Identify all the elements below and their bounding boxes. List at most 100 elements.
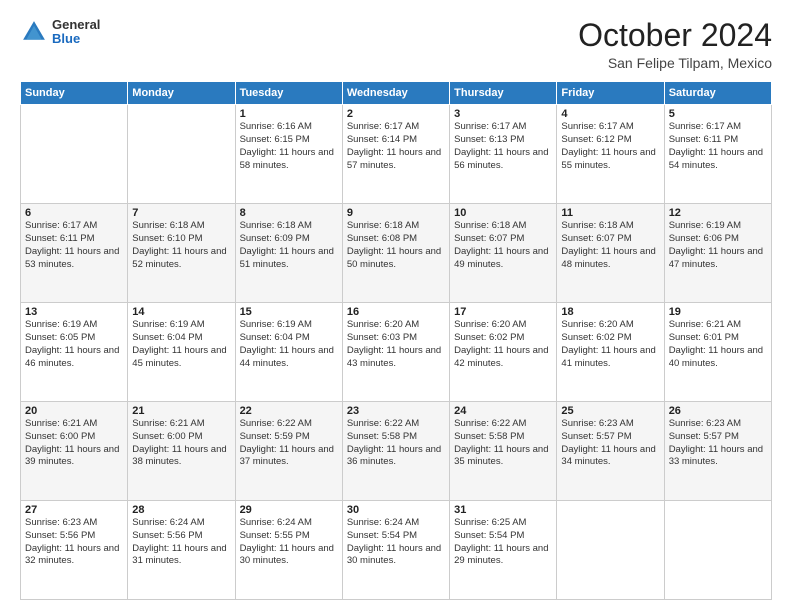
day-info: Sunrise: 6:21 AM Sunset: 6:00 PM Dayligh… <box>132 418 230 469</box>
day-info: Sunrise: 6:18 AM Sunset: 6:07 PM Dayligh… <box>454 220 552 271</box>
calendar-cell: 18Sunrise: 6:20 AM Sunset: 6:02 PM Dayli… <box>557 303 664 402</box>
day-info: Sunrise: 6:17 AM Sunset: 6:11 PM Dayligh… <box>25 220 123 271</box>
calendar-cell: 11Sunrise: 6:18 AM Sunset: 6:07 PM Dayli… <box>557 204 664 303</box>
day-number: 25 <box>561 405 659 417</box>
day-number: 7 <box>132 207 230 219</box>
col-header-sunday: Sunday <box>21 82 128 105</box>
day-info: Sunrise: 6:19 AM Sunset: 6:05 PM Dayligh… <box>25 319 123 370</box>
day-number: 18 <box>561 306 659 318</box>
day-number: 6 <box>25 207 123 219</box>
col-header-saturday: Saturday <box>664 82 771 105</box>
day-info: Sunrise: 6:23 AM Sunset: 5:57 PM Dayligh… <box>669 418 767 469</box>
day-number: 4 <box>561 108 659 120</box>
day-info: Sunrise: 6:18 AM Sunset: 6:07 PM Dayligh… <box>561 220 659 271</box>
calendar-cell: 25Sunrise: 6:23 AM Sunset: 5:57 PM Dayli… <box>557 402 664 501</box>
calendar-cell <box>557 501 664 600</box>
col-header-tuesday: Tuesday <box>235 82 342 105</box>
calendar-cell: 21Sunrise: 6:21 AM Sunset: 6:00 PM Dayli… <box>128 402 235 501</box>
calendar-cell: 20Sunrise: 6:21 AM Sunset: 6:00 PM Dayli… <box>21 402 128 501</box>
calendar-row-4: 27Sunrise: 6:23 AM Sunset: 5:56 PM Dayli… <box>21 501 772 600</box>
day-info: Sunrise: 6:17 AM Sunset: 6:14 PM Dayligh… <box>347 121 445 172</box>
page: General Blue October 2024 San Felipe Til… <box>0 0 792 612</box>
title-block: October 2024 San Felipe Tilpam, Mexico <box>578 18 772 71</box>
day-number: 20 <box>25 405 123 417</box>
logo-blue: Blue <box>52 32 100 46</box>
day-info: Sunrise: 6:18 AM Sunset: 6:08 PM Dayligh… <box>347 220 445 271</box>
day-number: 17 <box>454 306 552 318</box>
day-info: Sunrise: 6:24 AM Sunset: 5:55 PM Dayligh… <box>240 517 338 568</box>
calendar-cell: 5Sunrise: 6:17 AM Sunset: 6:11 PM Daylig… <box>664 105 771 204</box>
day-number: 16 <box>347 306 445 318</box>
calendar-cell <box>128 105 235 204</box>
col-header-friday: Friday <box>557 82 664 105</box>
calendar-cell: 30Sunrise: 6:24 AM Sunset: 5:54 PM Dayli… <box>342 501 449 600</box>
day-info: Sunrise: 6:16 AM Sunset: 6:15 PM Dayligh… <box>240 121 338 172</box>
calendar-row-2: 13Sunrise: 6:19 AM Sunset: 6:05 PM Dayli… <box>21 303 772 402</box>
day-info: Sunrise: 6:21 AM Sunset: 6:00 PM Dayligh… <box>25 418 123 469</box>
calendar-cell: 29Sunrise: 6:24 AM Sunset: 5:55 PM Dayli… <box>235 501 342 600</box>
calendar-cell: 8Sunrise: 6:18 AM Sunset: 6:09 PM Daylig… <box>235 204 342 303</box>
calendar-cell: 14Sunrise: 6:19 AM Sunset: 6:04 PM Dayli… <box>128 303 235 402</box>
calendar-row-3: 20Sunrise: 6:21 AM Sunset: 6:00 PM Dayli… <box>21 402 772 501</box>
day-number: 23 <box>347 405 445 417</box>
day-info: Sunrise: 6:19 AM Sunset: 6:06 PM Dayligh… <box>669 220 767 271</box>
day-info: Sunrise: 6:25 AM Sunset: 5:54 PM Dayligh… <box>454 517 552 568</box>
calendar-cell: 26Sunrise: 6:23 AM Sunset: 5:57 PM Dayli… <box>664 402 771 501</box>
day-number: 2 <box>347 108 445 120</box>
day-number: 22 <box>240 405 338 417</box>
calendar-cell: 31Sunrise: 6:25 AM Sunset: 5:54 PM Dayli… <box>450 501 557 600</box>
calendar-table: SundayMondayTuesdayWednesdayThursdayFrid… <box>20 81 772 600</box>
logo-text: General Blue <box>52 18 100 47</box>
day-info: Sunrise: 6:17 AM Sunset: 6:12 PM Dayligh… <box>561 121 659 172</box>
logo: General Blue <box>20 18 100 47</box>
day-number: 15 <box>240 306 338 318</box>
day-info: Sunrise: 6:23 AM Sunset: 5:56 PM Dayligh… <box>25 517 123 568</box>
calendar-cell: 7Sunrise: 6:18 AM Sunset: 6:10 PM Daylig… <box>128 204 235 303</box>
day-number: 31 <box>454 504 552 516</box>
day-info: Sunrise: 6:18 AM Sunset: 6:09 PM Dayligh… <box>240 220 338 271</box>
day-info: Sunrise: 6:19 AM Sunset: 6:04 PM Dayligh… <box>240 319 338 370</box>
calendar-cell: 4Sunrise: 6:17 AM Sunset: 6:12 PM Daylig… <box>557 105 664 204</box>
col-header-thursday: Thursday <box>450 82 557 105</box>
day-number: 13 <box>25 306 123 318</box>
calendar-cell: 28Sunrise: 6:24 AM Sunset: 5:56 PM Dayli… <box>128 501 235 600</box>
calendar-cell: 24Sunrise: 6:22 AM Sunset: 5:58 PM Dayli… <box>450 402 557 501</box>
day-number: 11 <box>561 207 659 219</box>
day-number: 19 <box>669 306 767 318</box>
calendar-header-row: SundayMondayTuesdayWednesdayThursdayFrid… <box>21 82 772 105</box>
day-info: Sunrise: 6:22 AM Sunset: 5:58 PM Dayligh… <box>347 418 445 469</box>
calendar-cell: 13Sunrise: 6:19 AM Sunset: 6:05 PM Dayli… <box>21 303 128 402</box>
day-info: Sunrise: 6:22 AM Sunset: 5:58 PM Dayligh… <box>454 418 552 469</box>
calendar-cell: 6Sunrise: 6:17 AM Sunset: 6:11 PM Daylig… <box>21 204 128 303</box>
calendar-row-1: 6Sunrise: 6:17 AM Sunset: 6:11 PM Daylig… <box>21 204 772 303</box>
day-number: 14 <box>132 306 230 318</box>
calendar-cell <box>664 501 771 600</box>
calendar-cell: 3Sunrise: 6:17 AM Sunset: 6:13 PM Daylig… <box>450 105 557 204</box>
day-number: 21 <box>132 405 230 417</box>
calendar-cell: 17Sunrise: 6:20 AM Sunset: 6:02 PM Dayli… <box>450 303 557 402</box>
day-info: Sunrise: 6:23 AM Sunset: 5:57 PM Dayligh… <box>561 418 659 469</box>
calendar-row-0: 1Sunrise: 6:16 AM Sunset: 6:15 PM Daylig… <box>21 105 772 204</box>
calendar-cell: 15Sunrise: 6:19 AM Sunset: 6:04 PM Dayli… <box>235 303 342 402</box>
logo-general: General <box>52 18 100 32</box>
logo-icon <box>20 18 48 46</box>
header: General Blue October 2024 San Felipe Til… <box>20 18 772 71</box>
calendar-cell: 10Sunrise: 6:18 AM Sunset: 6:07 PM Dayli… <box>450 204 557 303</box>
day-info: Sunrise: 6:24 AM Sunset: 5:56 PM Dayligh… <box>132 517 230 568</box>
day-number: 27 <box>25 504 123 516</box>
col-header-monday: Monday <box>128 82 235 105</box>
day-number: 28 <box>132 504 230 516</box>
calendar-cell: 27Sunrise: 6:23 AM Sunset: 5:56 PM Dayli… <box>21 501 128 600</box>
calendar-cell <box>21 105 128 204</box>
day-number: 8 <box>240 207 338 219</box>
day-number: 10 <box>454 207 552 219</box>
day-info: Sunrise: 6:24 AM Sunset: 5:54 PM Dayligh… <box>347 517 445 568</box>
day-number: 26 <box>669 405 767 417</box>
col-header-wednesday: Wednesday <box>342 82 449 105</box>
calendar-cell: 12Sunrise: 6:19 AM Sunset: 6:06 PM Dayli… <box>664 204 771 303</box>
day-info: Sunrise: 6:21 AM Sunset: 6:01 PM Dayligh… <box>669 319 767 370</box>
day-info: Sunrise: 6:20 AM Sunset: 6:02 PM Dayligh… <box>454 319 552 370</box>
month-title: October 2024 <box>578 18 772 53</box>
day-number: 24 <box>454 405 552 417</box>
calendar-cell: 2Sunrise: 6:17 AM Sunset: 6:14 PM Daylig… <box>342 105 449 204</box>
